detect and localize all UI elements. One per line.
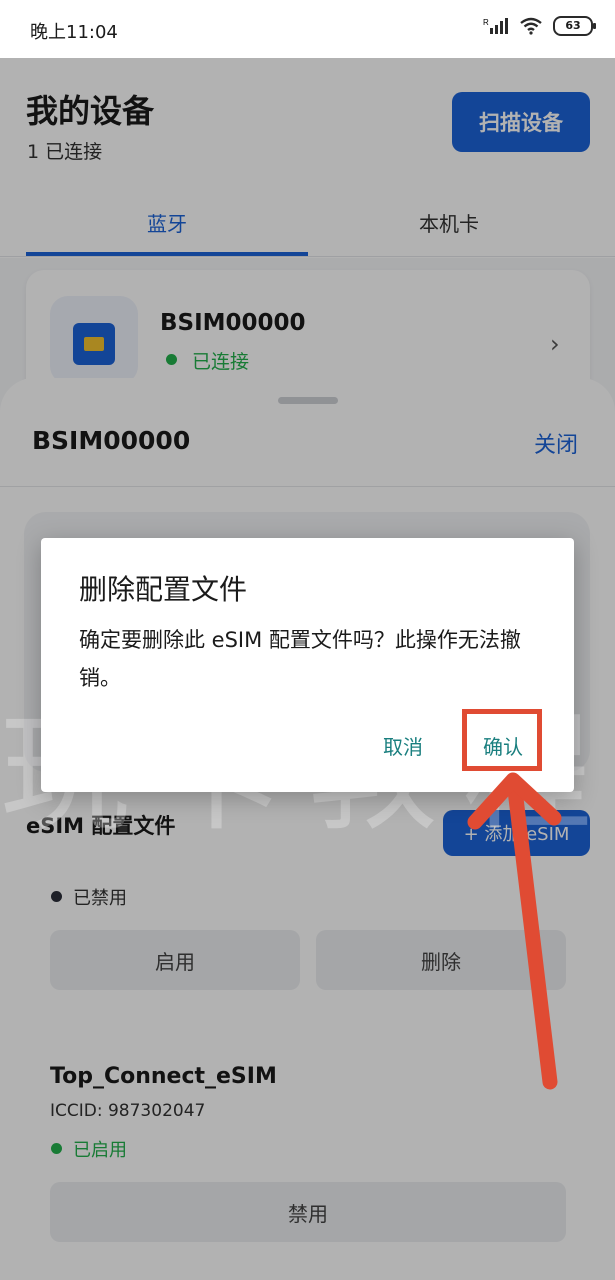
dialog-title: 删除配置文件 [79,573,248,606]
svg-text:R: R [483,18,489,27]
cancel-button[interactable]: 取消 [383,731,423,760]
status-icons: R 63 [483,16,596,36]
status-time: 晚上11:04 [30,22,118,43]
battery-icon: 63 [553,16,596,36]
highlight-box [462,709,542,771]
dialog-message: 确定要删除此 eSIM 配置文件吗？此操作无法撤销。 [79,628,521,690]
signal-icon: R [483,18,508,34]
wifi-icon [520,17,542,35]
